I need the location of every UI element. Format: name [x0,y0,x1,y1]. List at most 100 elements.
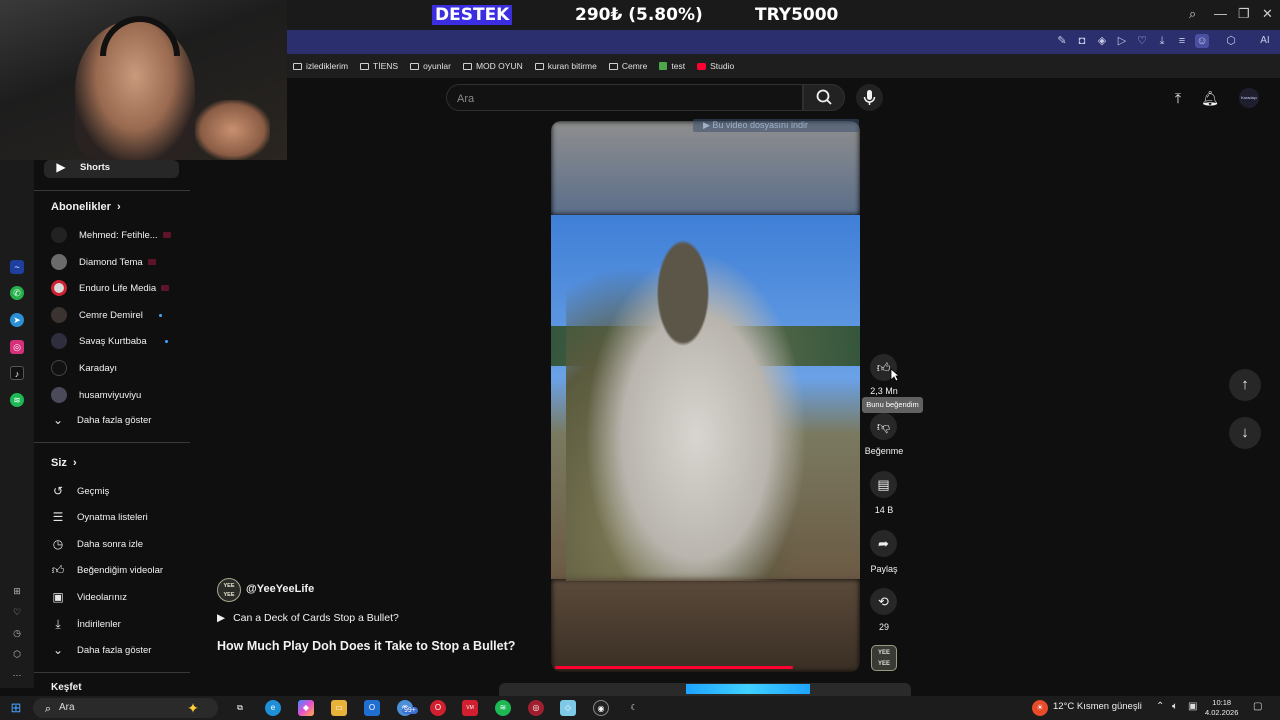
bookmark[interactable]: MOD OYUN [462,61,529,71]
channel-thumbnail[interactable]: YEE YEE [871,645,897,671]
telegram-icon[interactable]: ➤ [10,313,24,327]
heart-icon[interactable]: ♡ [10,605,24,619]
like-count: 2,3 Mn [870,386,898,396]
voice-search-button[interactable] [856,84,883,111]
sidebar-item-your-videos[interactable]: ▣ Videolarınız [51,590,127,604]
whatsapp-icon[interactable]: ✆ [10,286,24,300]
profile-icon[interactable]: ☺ [1195,34,1209,48]
bookmark[interactable]: Studio [697,61,740,71]
search-box[interactable] [446,84,803,111]
menu-icon[interactable]: ≡ [1175,34,1189,48]
subscription-item[interactable]: Savaş Kurtbaba [51,333,168,349]
youtube-icon [697,62,707,70]
clock-icon[interactable]: ◷ [10,626,24,640]
obs-icon[interactable]: ◉ [593,700,609,716]
dislike-label: Beğenme [864,446,904,456]
sidebar-item-downloads[interactable]: ⤓ İndirilenler [51,617,120,631]
outlook-icon[interactable]: O [364,700,380,716]
related-video-link[interactable]: ▶ Can a Deck of Cards Stop a Bullet? [217,612,399,624]
file-explorer-icon[interactable]: ▭ [331,700,347,716]
search-icon[interactable]: ⌕ [1189,6,1196,22]
channel-avatar [51,280,67,296]
messenger-icon[interactable]: ~ [10,260,24,274]
show-more-you[interactable]: ⌄ Daha fazla göster [51,643,152,657]
edge-icon[interactable]: e [265,700,281,716]
more-icon[interactable]: ⋯ [10,668,24,682]
clock[interactable]: 10:18 4.02.2026 [1205,698,1238,718]
speaker-icon[interactable]: 🔈︎ [1172,701,1178,712]
channel-name[interactable]: @YeeYeeLife [246,583,314,595]
download-icon[interactable]: ⤓ [1155,34,1169,48]
camera-icon[interactable]: ◘ [1075,34,1089,48]
network-icon[interactable]: ▣ [1188,701,1197,712]
sidebar-item-watch-later[interactable]: ◷ Daha sonra izle [51,537,143,551]
copilot-sparkle-icon[interactable]: ✦ [185,700,201,716]
upload-icon[interactable]: ⤒ [1169,89,1187,107]
weather-text[interactable]: 12°C Kısmen güneşli [1053,701,1142,712]
thumbs-up-icon: 👍︎ [51,563,65,577]
app-icon[interactable]: ◎ [528,700,544,716]
sidebar-item-history[interactable]: ↺ Geçmiş [51,484,109,498]
chevron-up-icon[interactable]: ⌃ [1156,701,1164,712]
next-short-thumbnail[interactable] [686,684,810,694]
edit-icon[interactable]: ✎ [1055,34,1069,48]
subscription-item[interactable]: Enduro Life Media [51,280,170,296]
bookmark[interactable]: Cemre [608,61,654,71]
app-icon[interactable]: ◇ [560,700,576,716]
shorts-video-player[interactable] [551,121,860,672]
subscription-item[interactable]: husamviyuviyu [51,387,141,403]
voicemeeter-icon[interactable]: VM [462,700,478,716]
remix-button[interactable]: ⟲ [870,588,897,615]
sidebar-item-playlists[interactable]: ☰ Oynatma listeleri [51,510,148,524]
heart-icon[interactable]: ♡ [1135,34,1149,48]
subscription-item[interactable]: Cemre Demirel [51,307,162,323]
opera-icon[interactable]: O [430,700,446,716]
bookmark[interactable]: oyunlar [410,61,457,71]
close-icon[interactable]: ✕ [1262,6,1273,22]
task-view-icon[interactable]: ⧉ [232,700,248,716]
chevron-right-icon: › [69,457,77,469]
ai-button[interactable]: AI [1254,34,1276,48]
share-button[interactable]: ➦ [870,530,897,557]
previous-short-button[interactable]: ↑ [1229,369,1261,401]
share-icon: ➦ [878,536,889,551]
cube-icon[interactable]: ⬡ [10,647,24,661]
bookmark[interactable]: test [659,61,691,71]
search-button[interactable] [803,84,845,111]
minimize-icon[interactable]: — [1214,6,1227,21]
spotify-icon[interactable]: ≋ [495,700,511,716]
video-progress-bar[interactable] [555,666,793,669]
search-input[interactable] [457,91,787,106]
restore-icon[interactable]: ❐ [1238,6,1250,22]
you-heading[interactable]: Siz › [51,457,77,469]
windows-start-icon[interactable]: ⊞ [8,700,24,716]
bookmark[interactable]: kuran bitirme [534,61,603,71]
download-video-banner[interactable]: ▶ Bu video dosyasını indir [693,119,859,132]
subscriptions-heading[interactable]: Abonelikler › [51,201,121,213]
notification-center-icon[interactable]: ▢ [1253,701,1262,712]
subscription-item[interactable]: Mehmed: Fetihle... [51,227,171,243]
folder-icon [360,62,370,70]
instagram-icon[interactable]: ◎ [10,340,24,354]
channel-avatar[interactable]: YEE YEE [217,578,241,602]
subscription-item[interactable]: Karadayı [51,360,117,376]
notification-bell-icon[interactable]: 🔔︎ [1201,89,1219,107]
bookmark[interactable]: TİENS [360,61,404,71]
sidebar-item-liked-videos[interactable]: 👍︎ Beğendiğim videolar [51,563,163,577]
comments-button[interactable]: ▤ [870,471,897,498]
show-more-subscriptions[interactable]: ⌄ Daha fazla göster [51,413,152,427]
bookmark[interactable]: izlediklerim [293,61,354,71]
play-icon[interactable]: ▷ [1115,34,1129,48]
account-avatar[interactable]: Karadayı [1239,88,1259,108]
subscription-item[interactable]: Diamond Tema [51,254,156,270]
shield-icon[interactable]: ◈ [1095,34,1109,48]
app-icon[interactable]: ☾ [626,700,642,716]
sidebar-item-shorts-label[interactable]: ▶ Shorts [54,160,110,174]
next-short-button[interactable]: ↓ [1229,417,1261,449]
spotify-icon[interactable]: ≋ [10,393,24,407]
grid-icon[interactable]: ⊞ [10,584,24,598]
dislike-button[interactable]: 👎︎ [870,413,897,440]
extension-icon[interactable]: ⬡ [1224,34,1238,48]
tiktok-icon[interactable]: ♪ [10,366,24,380]
copilot-icon[interactable]: ◆ [298,700,314,716]
